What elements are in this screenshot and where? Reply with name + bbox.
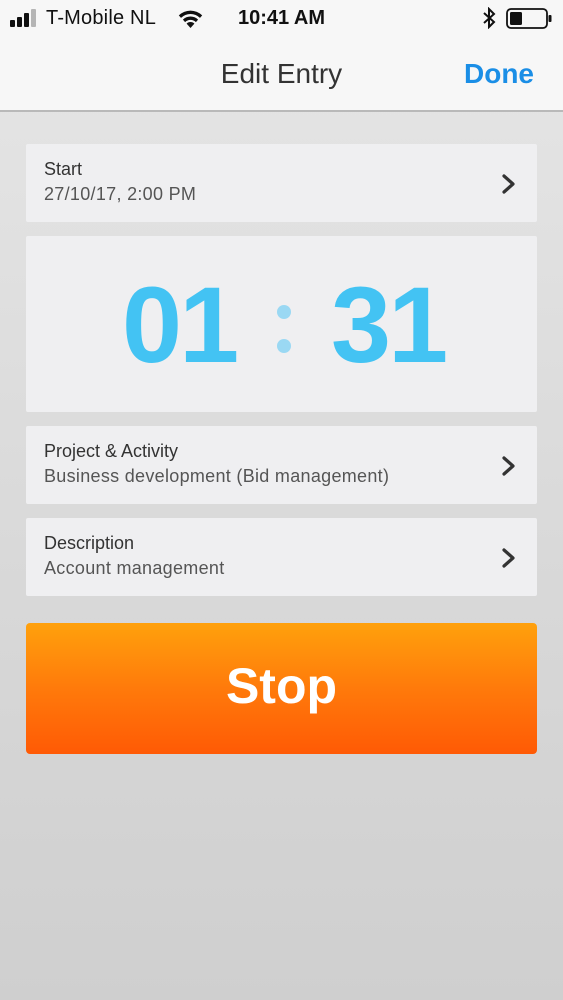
start-label: Start bbox=[44, 159, 83, 179]
description-label: Description bbox=[44, 533, 135, 553]
chevron-right-icon bbox=[502, 548, 515, 568]
project-label: Project & Activity bbox=[44, 441, 179, 461]
description-value: Account management bbox=[44, 558, 225, 578]
description-row[interactable]: Description Account management bbox=[26, 518, 537, 596]
project-value: Business development (Bid management) bbox=[44, 466, 390, 486]
timer-colon-bottom bbox=[277, 339, 291, 353]
timer-colon-top bbox=[277, 305, 291, 319]
timer-hours: 01 bbox=[122, 264, 239, 385]
navigation-bar: Edit Entry Done bbox=[0, 38, 563, 112]
project-activity-row[interactable]: Project & Activity Business development … bbox=[26, 426, 537, 504]
timer-minutes: 31 bbox=[331, 264, 448, 385]
chevron-right-icon bbox=[502, 174, 515, 194]
stop-button-label: Stop bbox=[225, 658, 338, 714]
done-button[interactable]: Done bbox=[464, 58, 534, 90]
timer-display: 01 31 bbox=[26, 236, 537, 412]
stop-button[interactable]: Stop bbox=[26, 623, 537, 754]
battery-icon bbox=[506, 8, 552, 29]
start-value: 27/10/17, 2:00 PM bbox=[44, 184, 197, 204]
start-row[interactable]: Start 27/10/17, 2:00 PM bbox=[26, 144, 537, 222]
status-time: 10:41 AM bbox=[237, 7, 326, 29]
bluetooth-icon bbox=[483, 7, 496, 29]
status-bar: T-Mobile NL 10:41 AM bbox=[0, 0, 563, 38]
chevron-right-icon bbox=[502, 456, 515, 476]
